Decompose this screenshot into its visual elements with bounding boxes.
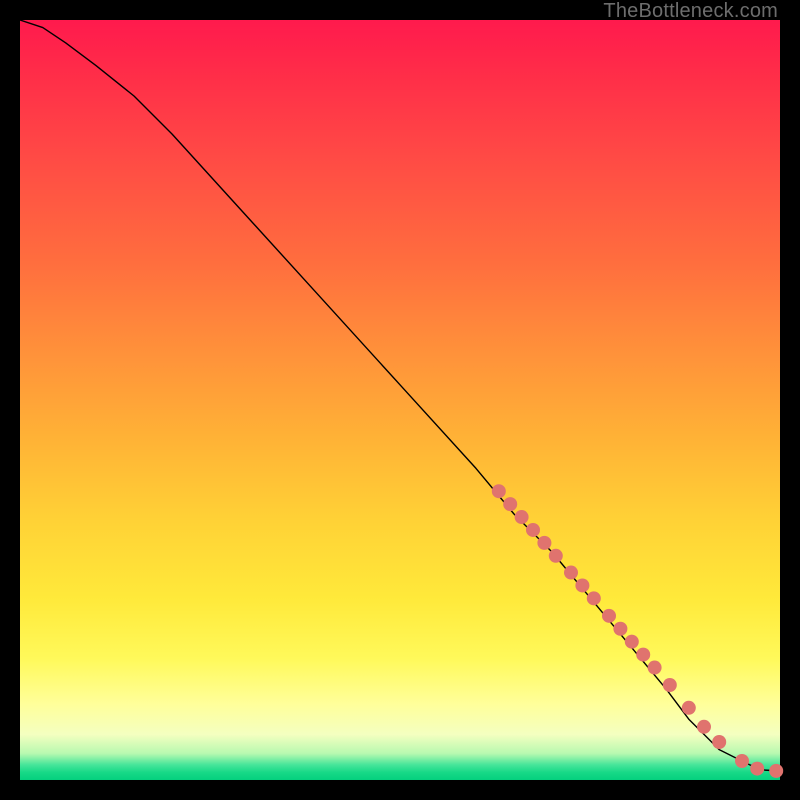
highlight-dot [537,536,551,550]
highlight-dot [682,701,696,715]
highlight-dot [663,678,677,692]
highlight-dot [549,549,563,563]
highlight-dot [648,661,662,675]
highlight-dot [697,720,711,734]
highlight-dot [750,762,764,776]
bottleneck-curve [20,20,780,771]
highlight-dot [503,497,517,511]
plot-area [20,20,780,780]
highlight-dot [769,764,783,778]
highlight-dot [735,754,749,768]
highlight-dots-group [492,484,783,778]
highlight-dot [587,591,601,605]
highlight-dot [636,648,650,662]
highlight-dot [625,635,639,649]
chart-svg [20,20,780,780]
highlight-dot [492,484,506,498]
chart-stage: TheBottleneck.com [0,0,800,800]
highlight-dot [602,609,616,623]
highlight-dot [613,622,627,636]
highlight-dot [564,566,578,580]
highlight-dot [515,510,529,524]
highlight-dot [526,523,540,537]
highlight-dot [575,578,589,592]
highlight-dot [712,735,726,749]
